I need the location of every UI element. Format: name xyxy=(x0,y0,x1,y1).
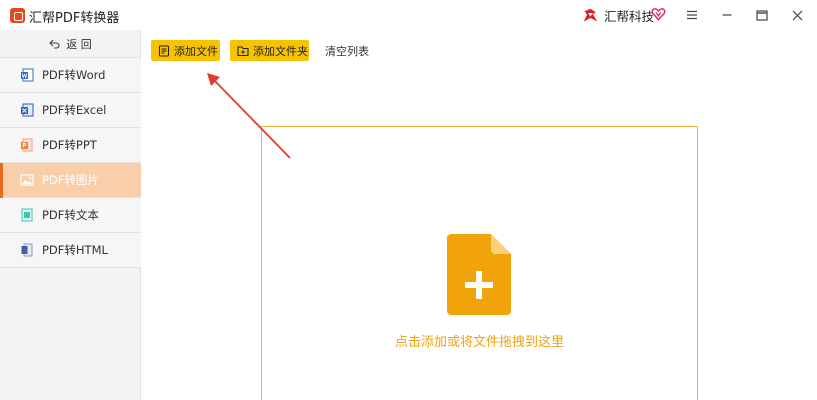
brand-logo-icon xyxy=(583,8,598,21)
ppt-icon xyxy=(21,138,33,152)
back-label: 返 回 xyxy=(66,37,92,51)
maximize-icon[interactable] xyxy=(752,5,772,25)
add-file-label: 添加文件 xyxy=(174,44,218,58)
add-folder-button[interactable]: 添加文件夹 xyxy=(230,40,309,61)
title-bar: 汇帮PDF转换器 汇帮科技 xyxy=(0,0,817,30)
add-folder-label: 添加文件夹 xyxy=(253,44,308,58)
brand: 汇帮科技 xyxy=(582,6,654,24)
sidebar-item-label: PDF转图片 xyxy=(42,173,99,187)
sidebar: 返 回 PDF转Word PDF转Excel PDF转PPT PDF转图片 PD… xyxy=(0,30,141,400)
excel-icon xyxy=(21,103,34,117)
sidebar-item-label: PDF转PPT xyxy=(42,138,97,152)
close-icon[interactable] xyxy=(787,5,807,25)
add-document-icon[interactable] xyxy=(447,234,511,315)
sidebar-item-pdf-to-html[interactable]: PDF转HTML xyxy=(0,233,141,268)
add-file-button[interactable]: 添加文件 xyxy=(151,40,220,61)
image-icon xyxy=(20,174,34,186)
app-logo-icon xyxy=(10,8,25,23)
brand-name: 汇帮科技 xyxy=(604,8,655,24)
word-icon xyxy=(21,68,34,82)
app-title: 汇帮PDF转换器 xyxy=(29,11,120,26)
app-window: 汇帮PDF转换器 汇帮科技 返 回 PDF转Word PDF转Excel PDF… xyxy=(0,0,817,400)
vip-heart-icon[interactable] xyxy=(651,6,666,22)
text-icon xyxy=(21,208,33,222)
sidebar-item-pdf-to-word[interactable]: PDF转Word xyxy=(0,58,141,93)
add-file-icon xyxy=(158,44,170,57)
sidebar-item-pdf-to-excel[interactable]: PDF转Excel xyxy=(0,93,141,128)
sidebar-item-pdf-to-ppt[interactable]: PDF转PPT xyxy=(0,128,141,163)
menu-icon[interactable] xyxy=(682,5,702,25)
sidebar-item-label: PDF转文本 xyxy=(42,208,99,222)
sidebar-item-pdf-to-text[interactable]: PDF转文本 xyxy=(0,198,141,233)
sidebar-item-label: PDF转HTML xyxy=(42,243,108,257)
sidebar-item-label: PDF转Excel xyxy=(42,103,107,117)
html-icon xyxy=(21,243,33,257)
minimize-icon[interactable] xyxy=(717,5,737,25)
drop-zone-hint: 点击添加或将文件拖拽到这里 xyxy=(394,335,564,350)
back-button[interactable]: 返 回 xyxy=(0,30,141,58)
add-folder-icon xyxy=(237,45,249,56)
sidebar-item-pdf-to-image[interactable]: PDF转图片 xyxy=(0,163,141,198)
sidebar-item-label: PDF转Word xyxy=(42,68,106,82)
back-arrow-icon xyxy=(49,39,60,49)
clear-list-button[interactable]: 清空列表 xyxy=(325,43,369,59)
